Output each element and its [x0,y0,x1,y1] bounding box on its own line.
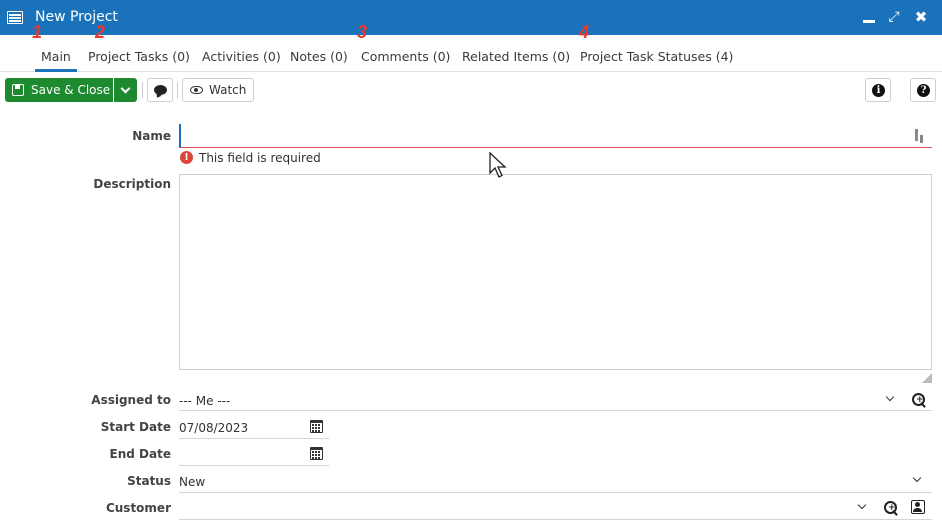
tab-bar: Main Project Tasks (0) Activities (0) No… [0,38,942,72]
toolbar-divider [142,82,143,98]
save-close-button[interactable]: Save & Close [5,78,113,102]
end-date-underline [179,465,329,466]
assigned-to-lookup-zoom-icon[interactable]: + [912,393,926,407]
assigned-to-underline [179,410,932,411]
window-title: New Project [35,9,118,25]
maximize-icon[interactable]: ⤢ [885,8,903,26]
name-label: Name [132,129,171,143]
status-underline [179,492,932,493]
start-date-underline [179,438,329,439]
field-options-icon[interactable] [914,128,926,143]
save-icon [12,84,24,96]
toolbar: Save & Close Watch i ? [0,78,942,104]
end-date-calendar-icon[interactable] [310,447,323,460]
save-options-dropdown-button[interactable] [114,78,137,102]
chevron-down-icon [120,83,131,94]
info-button[interactable]: i [865,78,891,102]
tab-comments[interactable]: Comments (0) [361,49,450,64]
tab-activities[interactable]: Activities (0) [202,49,281,64]
textarea-resize-handle[interactable] [922,373,932,383]
close-icon[interactable]: ✖ [912,8,930,26]
name-input[interactable] [179,124,932,148]
assigned-to-chevron-down-icon[interactable] [885,392,895,402]
tab-main[interactable]: Main [41,49,71,64]
comment-icon [154,85,167,95]
error-icon: ! [180,151,193,164]
info-icon: i [872,84,885,97]
customer-lookup-zoom-icon[interactable]: + [884,501,898,515]
start-date-input[interactable]: 07/08/2023 [179,421,248,435]
status-chevron-down-icon[interactable] [912,473,922,483]
customer-contact-card-icon[interactable] [911,500,925,514]
name-error-message: This field is required [199,151,321,165]
customer-underline [179,519,932,520]
active-tab-indicator [35,69,77,72]
toolbar-divider [177,82,178,98]
assigned-to-value[interactable]: --- Me --- [179,394,230,408]
window-list-icon [7,11,23,24]
help-button[interactable]: ? [910,78,936,102]
start-date-label: Start Date [100,420,171,434]
description-label: Description [93,177,171,191]
comment-button[interactable] [147,78,173,102]
customer-label: Customer [105,501,171,515]
status-select[interactable]: New [179,475,205,489]
assigned-to-label: Assigned to [91,393,171,407]
watch-button[interactable]: Watch [182,78,254,102]
description-textarea[interactable] [179,174,932,370]
tab-related-items[interactable]: Related Items (0) [462,49,570,64]
eye-icon [190,86,203,94]
help-icon: ? [917,84,930,97]
customer-chevron-down-icon[interactable] [857,500,867,510]
tab-project-tasks[interactable]: Project Tasks (0) [88,49,190,64]
tab-project-task-statuses[interactable]: Project Task Statuses (4) [580,49,733,64]
save-close-label: Save & Close [31,83,111,97]
window-titlebar: New Project ⤢ ✖ [0,0,942,35]
tab-notes[interactable]: Notes (0) [290,49,348,64]
start-date-calendar-icon[interactable] [310,420,323,433]
mouse-pointer-icon [489,152,507,178]
end-date-label: End Date [109,447,171,461]
minimize-icon[interactable] [860,8,878,26]
status-label: Status [127,474,171,488]
watch-label: Watch [209,83,247,97]
